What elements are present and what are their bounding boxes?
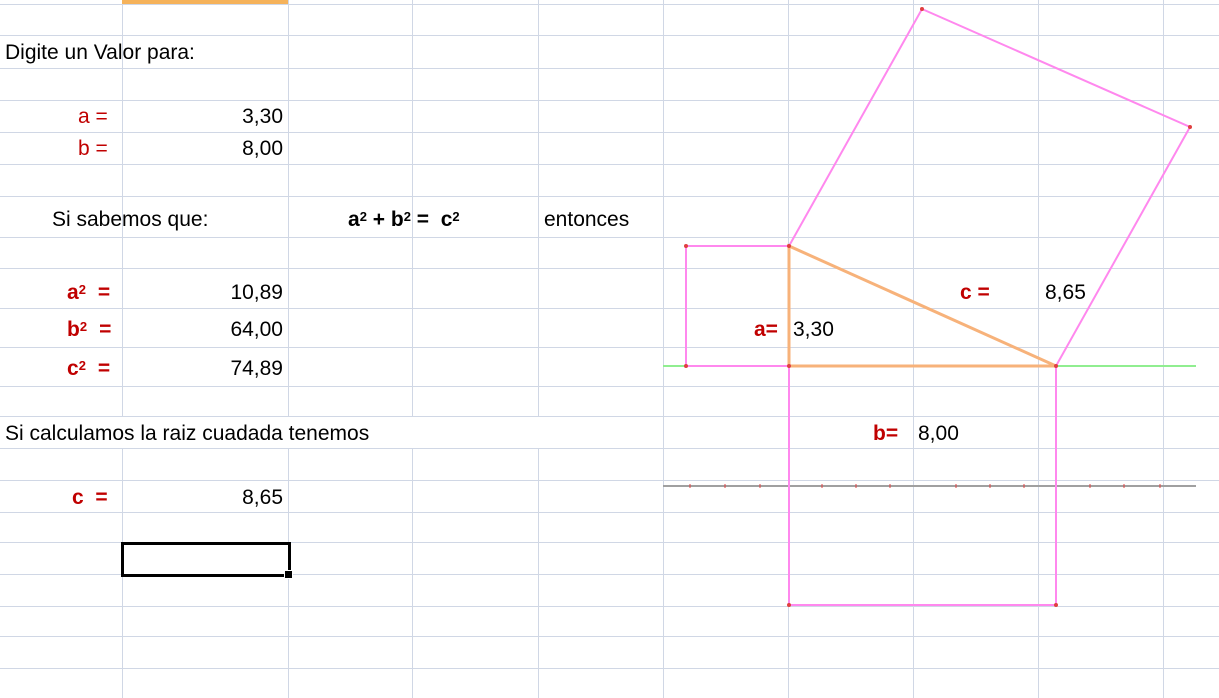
right-triangle	[787, 243, 1057, 368]
b-squared-value[interactable]: 64,00	[160, 317, 283, 343]
formula-plus: +	[366, 208, 391, 231]
pythagoras-formula: a2 + b2 = c2	[348, 207, 460, 233]
b-label: b =	[78, 137, 108, 160]
diagram-c-value: 8,65	[1045, 281, 1086, 304]
formula-c-exp: 2	[452, 209, 460, 224]
si-sabemos-text: Si sabemos que:	[52, 208, 209, 231]
prompt-text: Digite un Valor para:	[5, 41, 195, 64]
active-column-indicator	[122, 0, 288, 4]
vertex-points	[684, 7, 1192, 607]
diagram-b-label: b=	[873, 422, 899, 445]
c-squared-value[interactable]: 74,89	[160, 356, 283, 382]
c-squared-label: c2 =	[67, 357, 111, 380]
c-value-cell[interactable]: 8,65	[160, 485, 283, 511]
formula-b: b	[390, 208, 404, 231]
formula-equals: =	[410, 208, 441, 231]
selected-cell[interactable]	[121, 542, 291, 577]
square-a	[685, 245, 790, 367]
formula-b-exp: 2	[403, 209, 411, 224]
formula-a-exp: 2	[359, 209, 367, 224]
a-squared-label: a2 =	[67, 281, 111, 304]
entonces-text: entonces	[544, 208, 630, 231]
b-squared-label: b2 =	[67, 318, 112, 341]
diagram-a-value: 3,30	[793, 318, 834, 341]
fill-handle[interactable]	[284, 570, 293, 579]
formula-c: c	[440, 208, 453, 231]
c-label: c =	[72, 486, 108, 509]
a-squared-value[interactable]: 10,89	[160, 280, 283, 306]
a-label: a =	[78, 105, 108, 128]
si-calculamos-text: Si calculamos la raiz cuadada tenemos	[5, 422, 370, 445]
diagram-b-value: 8,00	[918, 422, 959, 445]
b-value-cell[interactable]: 8,00	[160, 136, 283, 162]
a-value-cell[interactable]: 3,30	[160, 104, 283, 130]
square-c	[787, 7, 1192, 368]
diagram-c-label: c =	[960, 281, 990, 304]
formula-a: a	[348, 208, 360, 231]
diagram-a-label: a=	[754, 318, 778, 341]
